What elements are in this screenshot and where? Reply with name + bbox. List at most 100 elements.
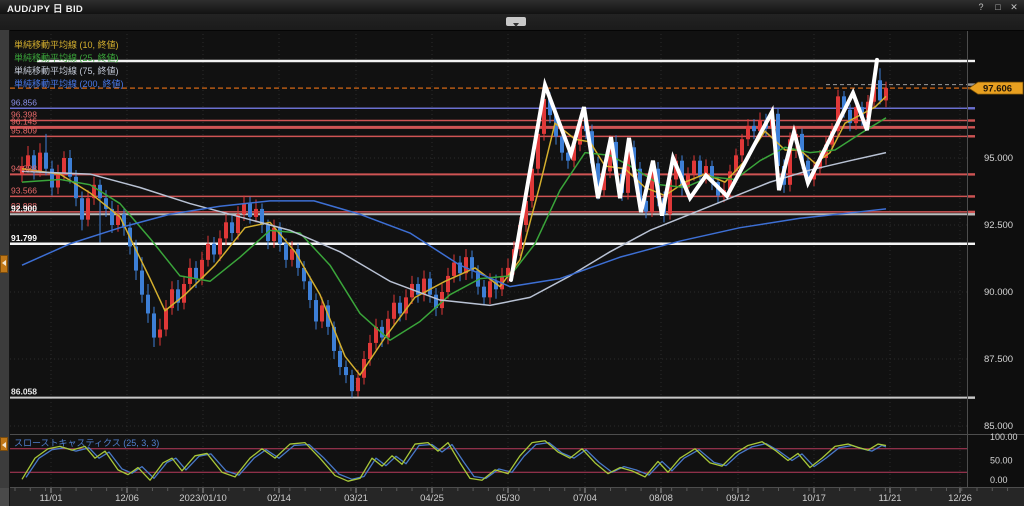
candle-body bbox=[218, 238, 222, 254]
candle-body bbox=[86, 198, 90, 219]
date-axis-label: 12/06 bbox=[115, 493, 139, 504]
current-price-value: 97.606 bbox=[983, 83, 1012, 94]
title-bar[interactable]: AUD/JPY 日 BID ? □ ✕ bbox=[0, 0, 1024, 14]
candle-body bbox=[698, 161, 702, 177]
candle-body bbox=[488, 281, 492, 297]
axis-tick-marker bbox=[968, 107, 975, 109]
axis-tick-marker bbox=[968, 135, 975, 137]
price-axis-label: 90.000 bbox=[984, 287, 1013, 298]
date-axis-label: 09/12 bbox=[726, 493, 750, 504]
stoch-indicator-label: スローストキャスティクス (25, 3, 3) bbox=[14, 438, 159, 448]
date-axis-label: 04/25 bbox=[420, 493, 444, 504]
candle-body bbox=[692, 161, 696, 174]
price-level-label: 91.799 bbox=[11, 233, 37, 243]
close-button[interactable]: ✕ bbox=[1007, 1, 1021, 13]
left-panel-strip bbox=[0, 30, 10, 506]
candle-body bbox=[344, 367, 348, 375]
window-title: AUD/JPY 日 BID bbox=[7, 1, 83, 15]
axis-tick-marker bbox=[968, 243, 975, 245]
candle-body bbox=[56, 174, 60, 187]
price-level-label: 93.566 bbox=[11, 185, 37, 195]
price-level-label: 94.388 bbox=[11, 163, 37, 173]
chevron-down-icon bbox=[513, 23, 519, 27]
price-axis-label: 87.500 bbox=[984, 354, 1013, 365]
candle-body bbox=[368, 343, 372, 359]
plot-bg[interactable] bbox=[10, 30, 967, 488]
chart-window: 96.85696.39896.14595.80994.38893.56692.9… bbox=[0, 0, 1024, 506]
candle-body bbox=[188, 268, 192, 284]
axis-tick-marker bbox=[968, 213, 975, 215]
candle-body bbox=[878, 80, 882, 100]
stoch-axis-label: 100.00 bbox=[990, 432, 1018, 442]
stoch-axis-label: 50.00 bbox=[990, 456, 1013, 466]
axis-tick-marker bbox=[968, 396, 975, 398]
candle-body bbox=[308, 281, 312, 300]
candle-body bbox=[314, 300, 318, 321]
candle-body bbox=[158, 330, 162, 338]
axis-tick-marker bbox=[968, 60, 975, 62]
ma-legend-item: 単純移動平均線 (25, 終値) bbox=[14, 52, 119, 63]
date-axis-label: 03/21 bbox=[344, 493, 368, 504]
price-level-label: 95.809 bbox=[11, 125, 37, 135]
stoch-axis-label: 0.00 bbox=[990, 475, 1008, 485]
price-level-label: 92.900 bbox=[11, 203, 37, 213]
candle-body bbox=[428, 279, 432, 295]
candle-body bbox=[248, 204, 252, 217]
candle-body bbox=[146, 295, 150, 314]
price-axis-label: 85.000 bbox=[984, 421, 1013, 432]
help-button[interactable]: ? bbox=[974, 1, 988, 13]
axis-tick-marker bbox=[968, 119, 975, 121]
ma-legend-item: 単純移動平均線 (75, 終値) bbox=[14, 65, 119, 76]
price-level-label: 86.058 bbox=[11, 387, 37, 397]
ma-legend-item: 単純移動平均線 (200, 終値) bbox=[14, 78, 124, 89]
axis-tick-marker bbox=[968, 173, 975, 175]
candle-body bbox=[152, 313, 156, 337]
date-axis-label: 2023/01/10 bbox=[179, 493, 227, 504]
indicator-panel-handle[interactable] bbox=[0, 437, 8, 451]
candle-body bbox=[140, 271, 144, 295]
price-axis-label: 92.500 bbox=[984, 220, 1013, 231]
axis-tick-marker bbox=[968, 211, 975, 213]
arrow-left-icon bbox=[2, 442, 6, 448]
candle-body bbox=[398, 303, 402, 314]
candle-body bbox=[482, 287, 486, 298]
panel-expand-button[interactable] bbox=[0, 255, 8, 273]
axis-tick-marker bbox=[968, 195, 975, 197]
candle-body bbox=[350, 375, 354, 391]
candle-body bbox=[80, 198, 84, 219]
date-axis-label: 02/14 bbox=[267, 493, 291, 504]
candle-body bbox=[230, 222, 234, 233]
candle-body bbox=[452, 263, 456, 276]
candle-body bbox=[446, 276, 450, 292]
candle-body bbox=[50, 169, 54, 188]
date-axis-label: 11/21 bbox=[878, 493, 901, 504]
date-axis-label: 10/17 bbox=[802, 493, 826, 504]
candle-body bbox=[746, 126, 750, 139]
axis-tick-marker bbox=[968, 126, 975, 128]
date-axis-label: 11/01 bbox=[39, 493, 62, 504]
candle-body bbox=[224, 222, 228, 238]
candle-body bbox=[320, 305, 324, 321]
candle-body bbox=[212, 244, 216, 255]
candle-body bbox=[242, 204, 246, 215]
toolbar-collapse-button[interactable] bbox=[506, 17, 526, 26]
price-level-label: 96.856 bbox=[11, 97, 37, 107]
date-axis-label: 08/08 bbox=[649, 493, 673, 504]
candle-body bbox=[338, 351, 342, 367]
chart-canvas[interactable]: 96.85696.39896.14595.80994.38893.56692.9… bbox=[0, 0, 1024, 506]
candle-body bbox=[254, 209, 258, 217]
candle-body bbox=[284, 244, 288, 260]
candle-body bbox=[44, 153, 48, 169]
candle-body bbox=[356, 378, 360, 391]
scroll-corner bbox=[0, 488, 9, 506]
toolbar-strip bbox=[0, 14, 1024, 31]
maximize-button[interactable]: □ bbox=[991, 1, 1005, 13]
candle-body bbox=[74, 177, 78, 198]
candle-body bbox=[38, 153, 42, 172]
arrow-left-icon bbox=[2, 260, 6, 266]
ma-legend-item: 単純移動平均線 (10, 終値) bbox=[14, 39, 119, 50]
date-axis-label: 07/04 bbox=[573, 493, 597, 504]
date-axis-label: 12/26 bbox=[948, 493, 972, 504]
candle-body bbox=[62, 158, 66, 174]
date-axis-label: 05/30 bbox=[496, 493, 520, 504]
